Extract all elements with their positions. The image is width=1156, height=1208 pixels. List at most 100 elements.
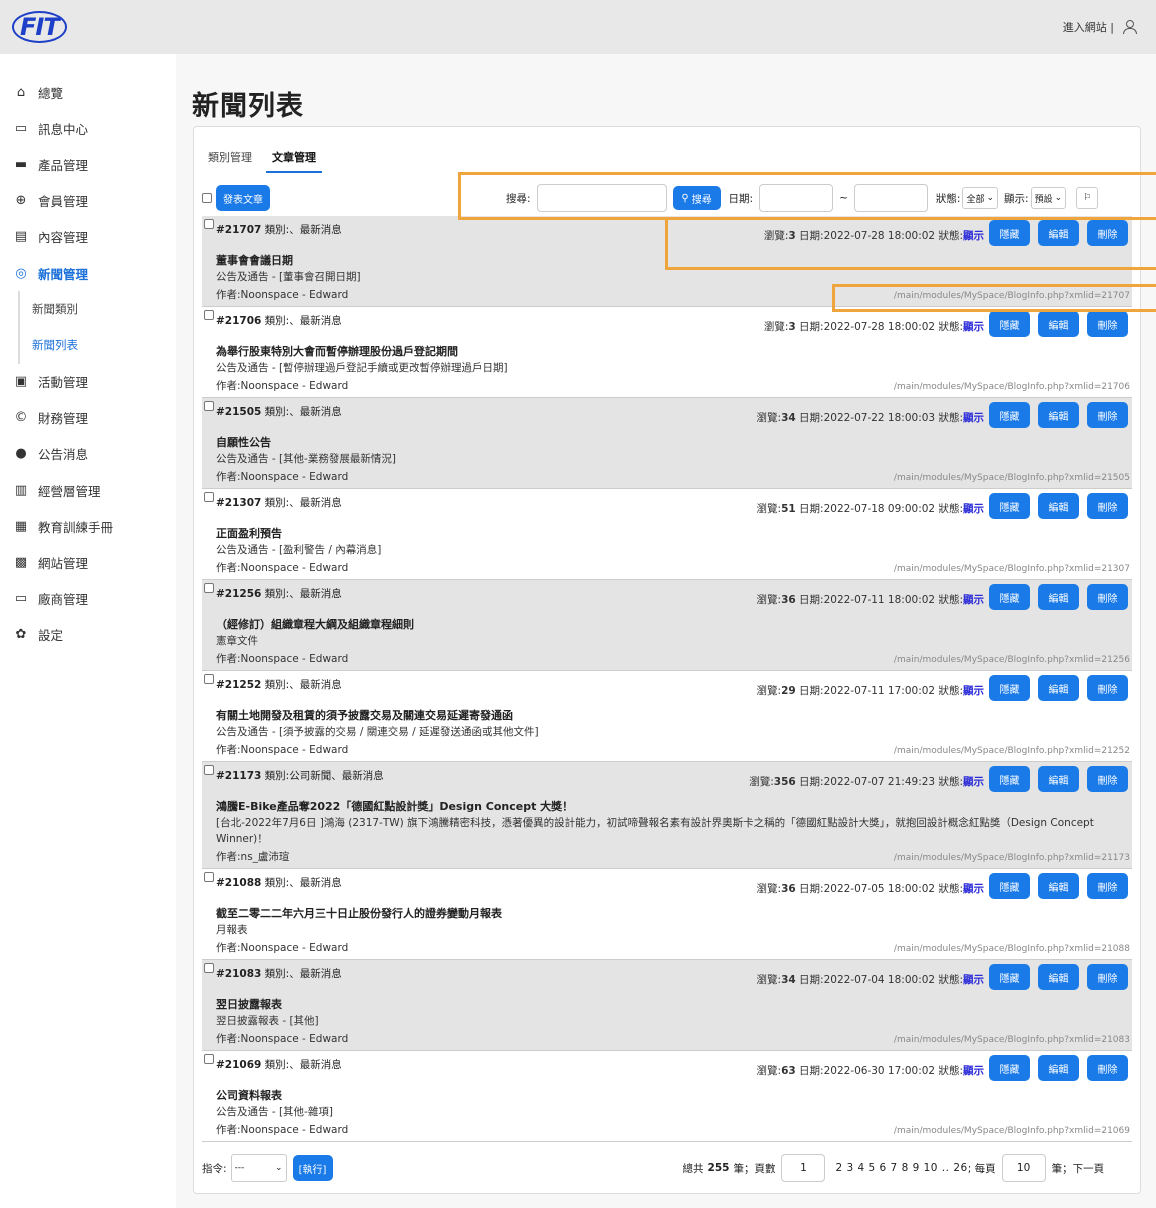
sidebar-item-10[interactable]: ● 公告消息: [0, 436, 176, 472]
row-title[interactable]: 翌日披露報表: [216, 996, 282, 1012]
delete-button[interactable]: 刪除: [1087, 964, 1128, 990]
row-status[interactable]: 顯示: [963, 974, 984, 986]
edit-button[interactable]: 編輯: [1038, 584, 1079, 610]
command-select[interactable]: --- ⌄: [230, 1154, 287, 1182]
sidebar-item-15[interactable]: ✿ 設定: [0, 617, 176, 653]
edit-button[interactable]: 編輯: [1038, 964, 1079, 990]
row-status[interactable]: 顯示: [963, 1065, 984, 1077]
row-title[interactable]: 董事會會議日期: [216, 252, 293, 268]
delete-button[interactable]: 刪除: [1087, 873, 1128, 899]
row-link[interactable]: /main/modules/MySpace/BlogInfo.php?xmlid…: [894, 746, 1130, 756]
row-checkbox[interactable]: [204, 1054, 214, 1064]
highlight-link-box: [832, 284, 1156, 312]
edit-button[interactable]: 編輯: [1038, 311, 1079, 337]
execute-button[interactable]: [執行]: [292, 1155, 333, 1181]
sidebar-item-6[interactable]: 新聞類別: [18, 291, 176, 328]
enter-site-link[interactable]: 進入網站 |: [1063, 19, 1114, 35]
row-checkbox[interactable]: [204, 219, 214, 229]
sidebar-item-13[interactable]: ▩ 網站管理: [0, 544, 176, 580]
row-link[interactable]: /main/modules/MySpace/BlogInfo.php?xmlid…: [894, 944, 1130, 954]
delete-button[interactable]: 刪除: [1087, 584, 1128, 610]
row-status[interactable]: 顯示: [963, 503, 984, 515]
row-title[interactable]: 鴻騰E-Bike產品奪2022「德國紅點設計獎」Design Concept 大…: [216, 798, 573, 814]
row-link[interactable]: /main/modules/MySpace/BlogInfo.php?xmlid…: [894, 853, 1130, 863]
row-link[interactable]: /main/modules/MySpace/BlogInfo.php?xmlid…: [894, 1126, 1130, 1136]
hide-button[interactable]: 隱藏: [989, 584, 1030, 610]
row-status[interactable]: 顯示: [963, 321, 984, 333]
row-link[interactable]: /main/modules/MySpace/BlogInfo.php?xmlid…: [894, 382, 1130, 392]
edit-button[interactable]: 編輯: [1038, 402, 1079, 428]
next-page-link[interactable]: 筆；下一頁: [1052, 1161, 1105, 1176]
row-description: 公告及通告 - [須予披露的交易 / 關連交易 / 延遲發送通函或其他文件]: [216, 726, 539, 738]
edit-button[interactable]: 編輯: [1038, 766, 1079, 792]
row-checkbox[interactable]: [204, 492, 214, 502]
page-links[interactable]: 2 3 4 5 6 7 8 9 10 .. 26: [835, 1162, 967, 1174]
row-title[interactable]: （經修訂）組織章程大綱及組織章程細則: [216, 616, 414, 632]
row-status[interactable]: 顯示: [963, 776, 984, 788]
delete-button[interactable]: 刪除: [1087, 311, 1128, 337]
edit-button[interactable]: 編輯: [1038, 493, 1079, 519]
hide-button[interactable]: 隱藏: [989, 402, 1030, 428]
fit-logo[interactable]: FIT: [12, 11, 67, 43]
sidebar-item-7[interactable]: 新聞列表: [18, 327, 176, 364]
row-title[interactable]: 自願性公告: [216, 434, 271, 450]
hide-button[interactable]: 隱藏: [989, 311, 1030, 337]
row-checkbox[interactable]: [204, 674, 214, 684]
row-checkbox[interactable]: [204, 310, 214, 320]
hide-button[interactable]: 隱藏: [989, 675, 1030, 701]
edit-button[interactable]: 編輯: [1038, 675, 1079, 701]
hide-button[interactable]: 隱藏: [989, 1055, 1030, 1081]
row-title[interactable]: 有關土地開發及租賃的須予披露交易及關連交易延遲寄發通函: [216, 707, 513, 723]
hide-button[interactable]: 隱藏: [989, 493, 1030, 519]
row-checkbox[interactable]: [204, 963, 214, 973]
row-title[interactable]: 公司資料報表: [216, 1087, 282, 1103]
delete-button[interactable]: 刪除: [1087, 675, 1128, 701]
sidebar-item-1[interactable]: ▭ 訊息中心: [0, 110, 176, 146]
sidebar-item-11[interactable]: ▥ 經營層管理: [0, 472, 176, 508]
edit-button[interactable]: 編輯: [1038, 873, 1079, 899]
row-status[interactable]: 顯示: [963, 412, 984, 424]
row-link[interactable]: /main/modules/MySpace/BlogInfo.php?xmlid…: [894, 564, 1130, 574]
sidebar-item-5[interactable]: ◎ 新聞管理: [0, 255, 176, 291]
sidebar-item-4[interactable]: ▤ 內容管理: [0, 219, 176, 255]
delete-button[interactable]: 刪除: [1087, 402, 1128, 428]
publish-article-button[interactable]: 發表文章: [216, 185, 270, 211]
row-title[interactable]: 為舉行股東特別大會而暫停辦理股份過戶登記期間: [216, 343, 458, 359]
edit-button[interactable]: 編輯: [1038, 1055, 1079, 1081]
row-checkbox[interactable]: [204, 765, 214, 775]
row-status[interactable]: 顯示: [963, 685, 984, 697]
sidebar-item-8[interactable]: ▣ 活動管理: [0, 364, 176, 400]
row-link[interactable]: /main/modules/MySpace/BlogInfo.php?xmlid…: [894, 655, 1130, 665]
row-status[interactable]: 顯示: [963, 594, 984, 606]
user-icon[interactable]: [1122, 20, 1137, 34]
row-id: #21252: [216, 679, 262, 691]
delete-button[interactable]: 刪除: [1087, 1055, 1128, 1081]
sidebar-item-3[interactable]: ⊕ 會員管理: [0, 183, 176, 219]
tab-article-management[interactable]: 文章管理: [266, 149, 322, 173]
row-checkbox[interactable]: [204, 872, 214, 882]
tab-category-management[interactable]: 類別管理: [208, 149, 252, 173]
delete-button[interactable]: 刪除: [1087, 766, 1128, 792]
row-link[interactable]: /main/modules/MySpace/BlogInfo.php?xmlid…: [894, 473, 1130, 483]
sidebar-item-12[interactable]: ▦ 教育訓練手冊: [0, 508, 176, 544]
row-category: 類別:公司新聞、最新消息: [264, 770, 384, 782]
row-checkbox[interactable]: [204, 583, 214, 593]
row-title[interactable]: 截至二零二二年六月三十日止股份發行人的證券變動月報表: [216, 905, 502, 921]
sidebar-item-14[interactable]: ▭ 廠商管理: [0, 581, 176, 617]
row-description: 翌日披露報表 - [其他]: [216, 1015, 319, 1027]
per-page-input[interactable]: 10: [1001, 1154, 1046, 1182]
row-checkbox[interactable]: [204, 401, 214, 411]
row-status[interactable]: 顯示: [963, 883, 984, 895]
select-all-checkbox[interactable]: [202, 193, 212, 203]
hide-button[interactable]: 隱藏: [989, 766, 1030, 792]
sidebar: ⌂ 總覽 ▭ 訊息中心 ▬ 產品管理 ⊕ 會員管理 ▤ 內容管理 ◎ 新聞管理 新聞類別 新聞列表 ▣ 活動管…: [0, 54, 176, 1208]
row-link[interactable]: /main/modules/MySpace/BlogInfo.php?xmlid…: [894, 1035, 1130, 1045]
hide-button[interactable]: 隱藏: [989, 964, 1030, 990]
page-input[interactable]: 1: [781, 1154, 826, 1182]
sidebar-item-9[interactable]: © 財務管理: [0, 400, 176, 436]
delete-button[interactable]: 刪除: [1087, 493, 1128, 519]
sidebar-item-0[interactable]: ⌂ 總覽: [0, 74, 176, 110]
row-title[interactable]: 正面盈利預告: [216, 525, 282, 541]
sidebar-item-2[interactable]: ▬ 產品管理: [0, 146, 176, 182]
hide-button[interactable]: 隱藏: [989, 873, 1030, 899]
